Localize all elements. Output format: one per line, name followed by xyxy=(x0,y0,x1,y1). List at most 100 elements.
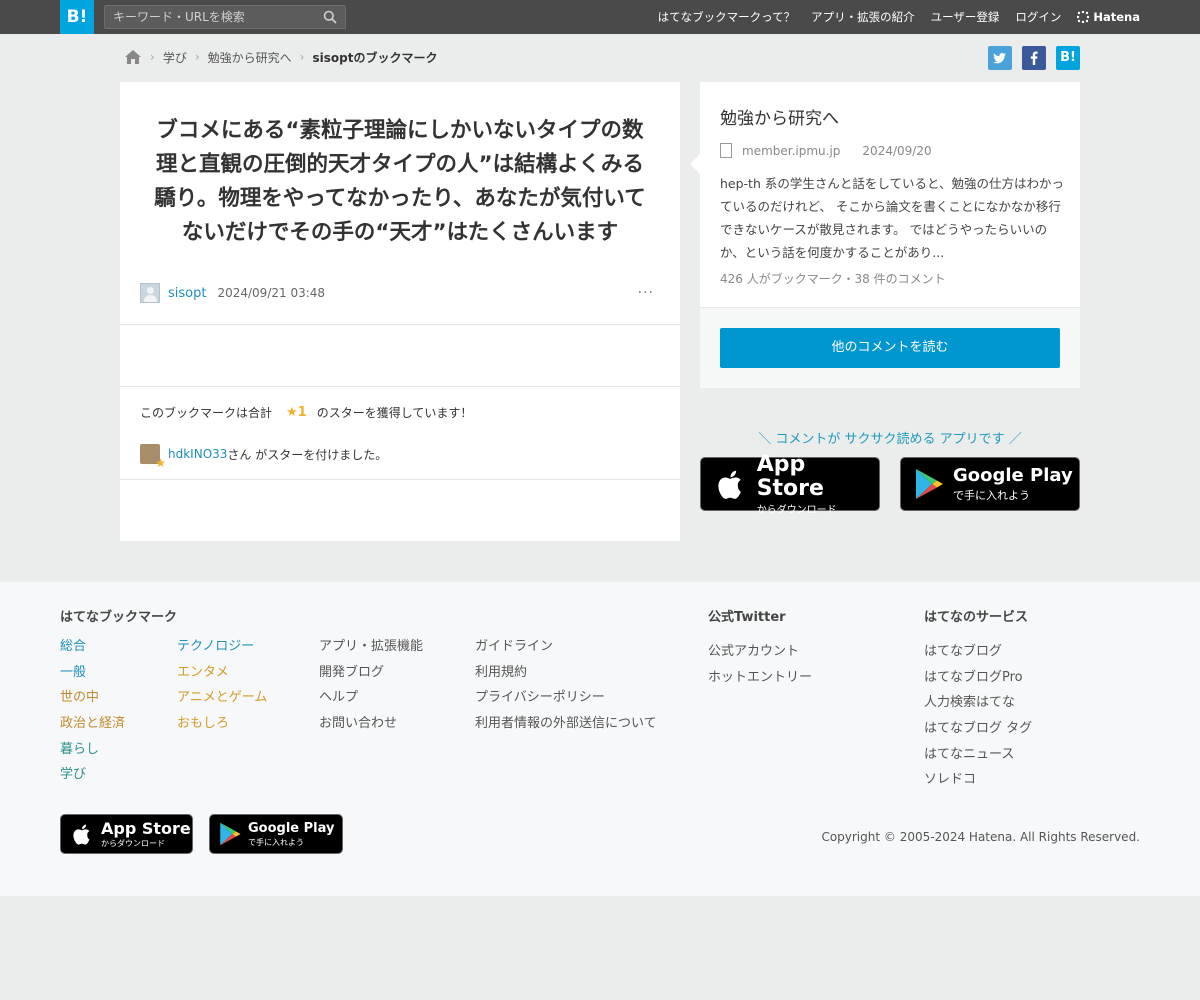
facebook-icon[interactable] xyxy=(1022,46,1046,70)
footer-google-play-button[interactable]: Google Play で手に入れよう xyxy=(209,814,343,854)
footer-link-soredoko[interactable]: ソレドコ xyxy=(924,772,976,787)
star-count: ★1 xyxy=(286,405,307,420)
top-bar: B! はてなブックマークって？ アプリ・拡張の紹介 ユーザー登録 ログイン Ha… xyxy=(0,0,1200,34)
breadcrumb-current: sisoptのブックマーク xyxy=(312,50,438,65)
footer-link-learning[interactable]: 学び xyxy=(60,767,86,782)
star-icon: ★ xyxy=(155,456,166,470)
footer-google-play-sub: で手に入れよう xyxy=(248,837,304,847)
footer-link-all[interactable]: 総合 xyxy=(60,639,86,654)
divider xyxy=(120,386,680,387)
divider xyxy=(120,324,680,325)
divider xyxy=(120,479,680,480)
google-play-label: Google Play xyxy=(953,465,1073,486)
footer-link-technology[interactable]: テクノロジー xyxy=(177,639,254,654)
search-box xyxy=(104,5,346,29)
star-giver-avatar[interactable]: ★ xyxy=(140,444,166,470)
nav-register[interactable]: ユーザー登録 xyxy=(931,9,1000,25)
more-options-icon[interactable]: ··· xyxy=(638,285,654,301)
footer-link-contact[interactable]: お問い合わせ xyxy=(319,716,397,731)
hatena-brand-link[interactable]: Hatena xyxy=(1077,10,1140,24)
chevron-right-icon: › xyxy=(194,50,200,64)
search-icon[interactable] xyxy=(323,10,337,24)
read-other-comments-button[interactable]: 他のコメントを読む xyxy=(720,328,1060,368)
footer-app-store-sub: からダウンロード xyxy=(101,838,165,848)
star-giver-text: さん がスターを付けました。 xyxy=(227,447,388,462)
twitter-icon[interactable] xyxy=(988,46,1012,70)
footer-bookmark-title: はてなブックマーク xyxy=(60,610,178,625)
bookmark-date[interactable]: 2024/09/21 03:48 xyxy=(217,286,325,300)
top-nav: はてなブックマークって？ アプリ・拡張の紹介 ユーザー登録 ログイン Haten… xyxy=(658,0,1140,34)
breadcrumb-entry[interactable]: 勉強から研究へ xyxy=(208,49,292,66)
hatena-dots-icon xyxy=(1077,11,1090,23)
footer-link-society[interactable]: 世の中 xyxy=(60,690,99,705)
breadcrumb-category[interactable]: 学び xyxy=(163,49,187,66)
footer-app-store-label: App Store xyxy=(101,818,191,838)
footer-link-blog-tags[interactable]: はてなブログ タグ xyxy=(924,721,1032,736)
footer-link-hatena-blog-pro[interactable]: はてなブログPro xyxy=(924,670,1023,685)
footer-link-dev-blog[interactable]: 開発ブログ xyxy=(319,665,384,680)
footer-col-twitter: 公式Twitter 公式アカウント ホットエントリー xyxy=(708,606,812,690)
footer-link-jinriki[interactable]: 人力検索はてな xyxy=(924,695,1015,710)
footer-link-external-transmission[interactable]: 利用者情報の外部送信について xyxy=(475,716,657,731)
avatar[interactable] xyxy=(140,283,160,303)
footer-col-categories-2: テクノロジー エンタメ アニメとゲーム おもしろ xyxy=(177,634,267,737)
footer-google-play-label: Google Play xyxy=(248,820,335,836)
star-summary: このブックマークは合計 ★1 のスターを獲得しています！ xyxy=(140,404,472,421)
entry-description: hep-th 系の学生さんと話をしていると、勉強の仕方はわかっているのだけれど、… xyxy=(720,176,1064,260)
footer-app-store-button[interactable]: App Store からダウンロード xyxy=(60,814,193,854)
star-giver: ★ hdkINO33 さん がスターを付けました。 xyxy=(140,444,388,470)
entry-domain[interactable]: member.ipmu.jp xyxy=(742,144,840,158)
footer-link-official-account[interactable]: 公式アカウント xyxy=(708,644,799,659)
footer-services-title: はてなのサービス xyxy=(924,610,1029,625)
bookmark-user-link[interactable]: sisopt xyxy=(168,286,206,301)
bookmark-meta: sisopt 2024/09/21 03:48 ··· xyxy=(140,283,660,303)
footer-link-fun[interactable]: おもしろ xyxy=(177,716,229,731)
breadcrumb: › 学び › 勉強から研究へ › sisoptのブックマーク xyxy=(124,47,437,67)
footer-link-hot-entry[interactable]: ホットエントリー xyxy=(708,670,812,685)
app-store-button[interactable]: App Store からダウンロード xyxy=(700,452,880,516)
hatena-bookmark-icon[interactable]: B! xyxy=(1056,46,1080,70)
star-summary-after: のスターを獲得しています！ xyxy=(316,406,473,420)
google-play-sub: で手に入れよう xyxy=(953,489,1030,502)
apple-icon xyxy=(718,470,741,499)
footer-link-anime-game[interactable]: アニメとゲーム xyxy=(177,690,267,705)
apple-icon xyxy=(73,824,90,845)
footer-link-entertainment[interactable]: エンタメ xyxy=(177,665,229,680)
footer-link-apps[interactable]: アプリ・拡張機能 xyxy=(319,639,423,654)
hatena-bookmark-logo[interactable]: B! xyxy=(60,0,94,34)
footer: はてなブックマーク 総合 一般 世の中 政治と経済 暮らし 学び テクノロジー … xyxy=(0,582,1200,896)
hatena-brand-label: Hatena xyxy=(1093,10,1140,24)
footer-link-guideline[interactable]: ガイドライン xyxy=(475,639,553,654)
nav-apps[interactable]: アプリ・拡張の紹介 xyxy=(811,9,915,25)
footer-link-life[interactable]: 暮らし xyxy=(60,742,99,757)
footer-link-hatena-blog[interactable]: はてなブログ xyxy=(924,644,1002,659)
footer-col-legal: ガイドライン 利用規約 プライバシーポリシー 利用者情報の外部送信について xyxy=(475,634,657,737)
footer-link-general[interactable]: 一般 xyxy=(60,665,86,680)
copyright: Copyright © 2005-2024 Hatena. All Rights… xyxy=(821,830,1140,844)
app-promo-text: ＼ コメントが サクサク読める アプリです ／ xyxy=(758,432,1022,447)
search-input[interactable] xyxy=(113,8,313,26)
nav-login[interactable]: ログイン xyxy=(1015,9,1061,25)
bookmark-comment: ブコメにある“素粒子理論にしかいないタイプの数理と直観の圧倒的天才タイプの人”は… xyxy=(154,118,646,245)
star-giver-link[interactable]: hdkINO33 xyxy=(168,447,227,461)
app-store-sub: からダウンロード xyxy=(756,504,837,516)
chevron-right-icon: › xyxy=(299,50,305,64)
entry-card: 勉強から研究へ member.ipmu.jp 2024/09/20 hep-th… xyxy=(690,82,1080,388)
entry-stats[interactable]: 426 人がブックマーク・38 件のコメント xyxy=(720,270,946,287)
entry-date: 2024/09/20 xyxy=(862,143,932,158)
footer-link-privacy[interactable]: プライバシーポリシー xyxy=(475,690,605,705)
footer-link-terms[interactable]: 利用規約 xyxy=(475,665,527,680)
footer-link-help[interactable]: ヘルプ xyxy=(319,690,358,705)
nav-about[interactable]: はてなブックマークって？ xyxy=(658,9,795,25)
share-buttons: B! xyxy=(988,46,1080,70)
page-icon xyxy=(720,143,732,158)
google-play-icon xyxy=(916,469,943,499)
footer-col-services: はてなのサービス はてなブログ はてなブログPro 人力検索はてな はてなブログ… xyxy=(924,606,1032,793)
home-icon[interactable] xyxy=(124,49,142,65)
chevron-right-icon: › xyxy=(150,50,155,64)
google-play-button[interactable]: Google Play で手に入れよう xyxy=(900,457,1080,511)
star-summary-before: このブックマークは合計 xyxy=(140,406,273,420)
footer-link-hatena-news[interactable]: はてなニュース xyxy=(924,747,1014,762)
entry-title[interactable]: 勉強から研究へ xyxy=(720,104,839,129)
footer-link-politics[interactable]: 政治と経済 xyxy=(60,716,125,731)
